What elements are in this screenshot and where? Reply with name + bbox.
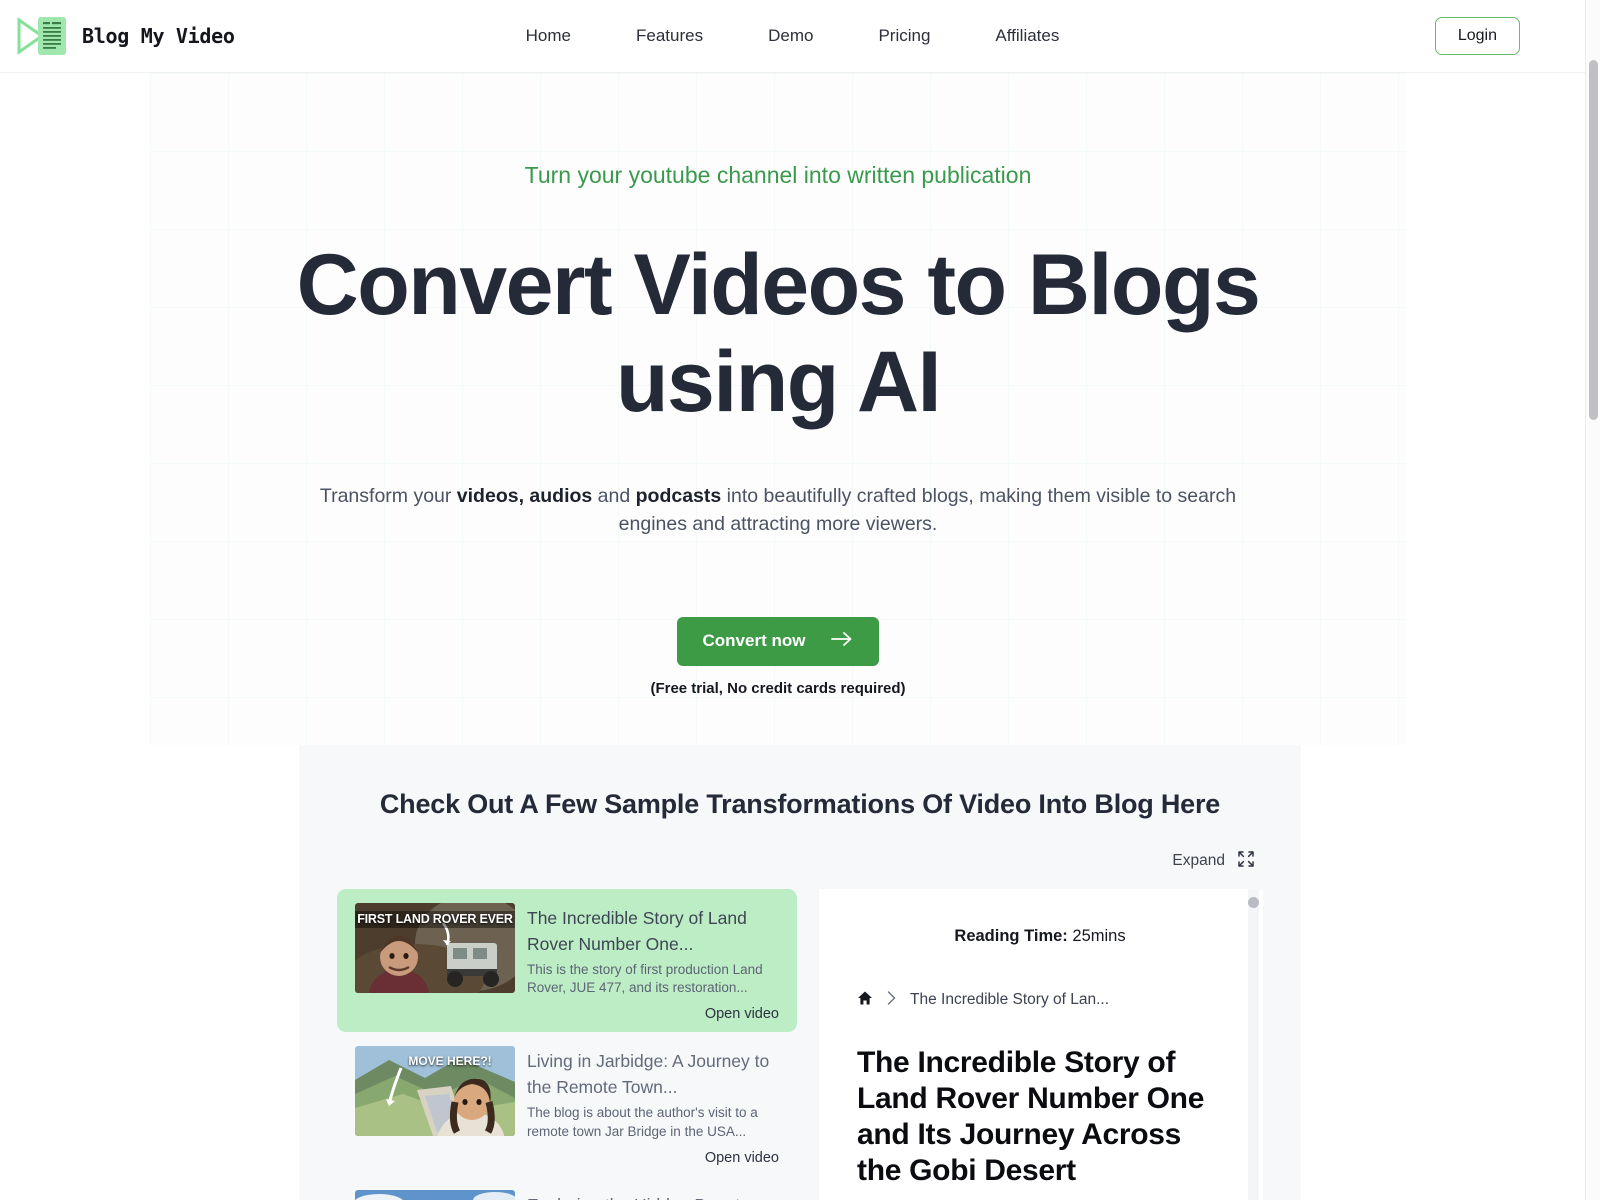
- home-icon[interactable]: [857, 990, 873, 1011]
- list-item[interactable]: Exploring the Hidden Beauty: [337, 1176, 797, 1200]
- list-item[interactable]: FIRST LAND ROVER EVER The Incredible Sto…: [337, 888, 797, 1033]
- thumbnail-caption: MOVE HERE?!: [408, 1054, 492, 1069]
- hero-sub-text2: and: [592, 485, 636, 508]
- hero-title-part2: to: [904, 236, 1028, 333]
- brand-name: Blog My Video: [82, 24, 235, 48]
- thumbnail-caption: FIRST LAND ROVER EVER: [357, 911, 513, 926]
- browser-scrollbar[interactable]: [1585, 0, 1600, 1200]
- arrow-right-icon: [831, 631, 853, 652]
- expand-fullscreen-icon: [1237, 850, 1255, 873]
- hero-sub-bold1: videos, audios: [456, 485, 593, 508]
- convert-now-button[interactable]: Convert now: [676, 616, 880, 666]
- sample-list: FIRST LAND ROVER EVER The Incredible Sto…: [337, 888, 797, 1200]
- main-navigation: Home Features Demo Pricing Affiliates: [526, 26, 1060, 46]
- nav-item-affiliates[interactable]: Affiliates: [995, 26, 1059, 46]
- video-thumbnail: MOVE HERE?!: [355, 1046, 515, 1137]
- hero-eyebrow: Turn your youtube channel into written p…: [524, 162, 1032, 188]
- hero-subtitle: Transform your videos, audios and podcas…: [313, 483, 1243, 538]
- list-item[interactable]: MOVE HERE?! Living in Jarbidge: A Journe…: [337, 1032, 797, 1176]
- nav-item-demo[interactable]: Demo: [768, 26, 813, 46]
- list-item-description: The blog is about the author's visit to …: [527, 1105, 758, 1139]
- samples-section: Check Out A Few Sample Transformations O…: [299, 744, 1301, 1200]
- site-header: Blog My Video Home Features Demo Pricing…: [0, 0, 1585, 73]
- hero-title-part1: Convert: [296, 236, 634, 333]
- hero-section: Turn your youtube channel into written p…: [150, 73, 1406, 745]
- list-item-description: This is the story of first production La…: [527, 961, 763, 995]
- chevron-right-icon: [887, 990, 896, 1010]
- hero-sub-text1: Transform your: [319, 485, 457, 508]
- list-item-body: The Incredible Story of Land Rover Numbe…: [527, 903, 779, 1023]
- expand-label: Expand: [1172, 852, 1225, 870]
- hero-title-highlight-blogs: Blogs: [1027, 236, 1261, 333]
- nav-item-pricing[interactable]: Pricing: [878, 26, 930, 46]
- page-viewport: Blog My Video Home Features Demo Pricing…: [0, 0, 1600, 1200]
- cta-note: (Free trial, No credit cards required): [650, 679, 906, 697]
- hero-title-highlight-videos: Videos: [633, 236, 906, 333]
- reading-time-value: 25mins: [1072, 926, 1126, 945]
- video-thumbnail: FIRST LAND ROVER EVER: [355, 902, 515, 993]
- hero-title-part3: using AI: [615, 334, 942, 431]
- hero-title: Convert Videos to Blogs using AI: [150, 237, 1406, 431]
- list-item-title: Exploring the Hidden Beauty: [527, 1192, 779, 1200]
- breadcrumb-current: The Incredible Story of Lan...: [910, 991, 1110, 1009]
- convert-now-label: Convert now: [702, 631, 806, 651]
- list-item-body: Living in Jarbidge: A Journey to the Rem…: [527, 1046, 779, 1166]
- list-item-body: Exploring the Hidden Beauty: [527, 1190, 779, 1200]
- hero-cta-group: Convert now (Free trial, No credit cards…: [150, 616, 1406, 745]
- preview-scrollbar-thumb[interactable]: [1248, 896, 1259, 908]
- list-item-title: The Incredible Story of Land Rover Numbe…: [527, 907, 747, 954]
- blog-preview-panel: Reading Time: 25mins The Incredible Stor…: [819, 888, 1263, 1200]
- preview-scrollbar[interactable]: [1248, 888, 1259, 1200]
- reading-time: Reading Time: 25mins: [857, 927, 1223, 946]
- browser-scrollbar-thumb[interactable]: [1589, 60, 1598, 420]
- nav-item-home[interactable]: Home: [526, 26, 571, 46]
- expand-button[interactable]: Expand: [337, 850, 1263, 873]
- list-item-title: Living in Jarbidge: A Journey to the Rem…: [527, 1051, 770, 1098]
- samples-split: FIRST LAND ROVER EVER The Incredible Sto…: [337, 888, 1263, 1200]
- reading-time-label: Reading Time:: [954, 926, 1068, 945]
- breadcrumb: The Incredible Story of Lan...: [857, 990, 1223, 1011]
- login-button[interactable]: Login: [1434, 17, 1520, 55]
- hero-sub-bold2: podcasts: [635, 485, 722, 508]
- video-thumbnail: [355, 1189, 515, 1200]
- open-video-link[interactable]: Open video: [527, 1150, 779, 1166]
- samples-title: Check Out A Few Sample Transformations O…: [379, 788, 1221, 819]
- blog-my-video-logo-icon: [16, 14, 72, 58]
- article-title: The Incredible Story of Land Rover Numbe…: [857, 1045, 1205, 1187]
- open-video-link[interactable]: Open video: [527, 1006, 779, 1022]
- nav-item-features[interactable]: Features: [636, 26, 703, 46]
- brand-logo[interactable]: Blog My Video: [16, 14, 235, 58]
